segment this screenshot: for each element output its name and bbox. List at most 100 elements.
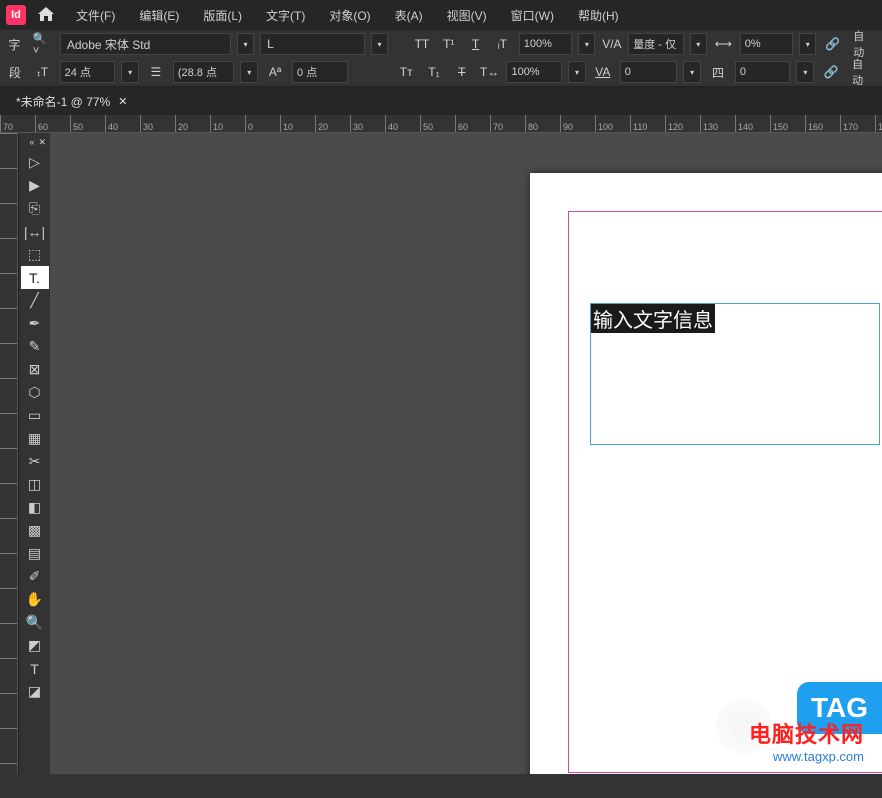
menu-window[interactable]: 窗口(W)	[501, 7, 564, 24]
hand-tool[interactable]: ✋	[21, 588, 49, 611]
horiz-scale-icon: T↔	[479, 61, 501, 83]
zoom-tool[interactable]: 🔍	[21, 611, 49, 634]
content-collector-tool[interactable]: ⬚	[21, 243, 49, 266]
screen-mode-tool[interactable]: ◪	[21, 680, 49, 703]
menu-edit[interactable]: 编辑(E)	[129, 7, 189, 24]
fill-stroke-tool[interactable]: ◩	[21, 634, 49, 657]
ruler-tick: 70	[0, 115, 35, 132]
note-tool[interactable]: ▤	[21, 542, 49, 565]
watermark-title: 电脑技术网	[749, 717, 864, 749]
panel-collapse-icon[interactable]: «	[29, 137, 34, 151]
underline-icon[interactable]: T	[465, 33, 486, 55]
main-area: « ✕ ▷▶⎘|↔|⬚T.╱✒✎⊠⬡▭▦✂◫◧▩▤✐✋🔍◩T◪ 输入文字信息 T…	[0, 133, 882, 774]
format-text-tool[interactable]: T	[21, 657, 49, 680]
font-size-field[interactable]: 24 点	[60, 61, 116, 83]
ruler-tick	[0, 203, 17, 238]
rectangle-frame-tool[interactable]: ⊠	[21, 358, 49, 381]
ruler-tick	[0, 378, 17, 413]
leading-field[interactable]: (28.8 点	[173, 61, 235, 83]
kerning2-icon: VA	[592, 61, 614, 83]
text-frame-content[interactable]: 输入文字信息	[591, 304, 715, 333]
menu-table[interactable]: 表(A)	[385, 7, 433, 24]
horizontal-ruler[interactable]: 7060504030201001020304050607080901001101…	[0, 115, 882, 133]
vertical-ruler[interactable]	[0, 133, 18, 774]
font-search-icon[interactable]: 🔍˅	[31, 32, 54, 57]
tracking-dropdown-icon[interactable]: ▾	[799, 33, 816, 55]
ruler-tick	[0, 448, 17, 483]
vert-scale-field[interactable]: 100%	[519, 33, 573, 55]
ruler-tick: 150	[770, 115, 805, 132]
menu-view[interactable]: 视图(V)	[437, 7, 497, 24]
gradient-swatch-tool[interactable]: ◧	[21, 496, 49, 519]
selection-tool[interactable]: ▷	[21, 151, 49, 174]
ruler-tick	[0, 553, 17, 588]
leading-dropdown-icon[interactable]: ▾	[240, 61, 258, 83]
tsume-dropdown-icon[interactable]: ▾	[796, 61, 814, 83]
ruler-tick: 130	[700, 115, 735, 132]
panel-close-icon[interactable]: ✕	[38, 137, 46, 151]
horiz-scale-field[interactable]: 100%	[506, 61, 562, 83]
font-family-dropdown-icon[interactable]: ▾	[237, 33, 254, 55]
tracking-icon: ⟷	[713, 33, 734, 55]
watermark-url: www.tagxp.com	[749, 749, 864, 764]
kerning-field[interactable]: 量度 - 仅	[628, 33, 683, 55]
auto-label-2: 自动	[848, 56, 878, 88]
font-family-field[interactable]: Adobe 宋体 Std	[60, 33, 231, 55]
kerning-dropdown-icon[interactable]: ▾	[690, 33, 707, 55]
allcaps-icon[interactable]: TT	[411, 33, 432, 55]
document-tab[interactable]: *未命名-1 @ 77% ✕	[6, 89, 137, 114]
ruler-tick	[0, 518, 17, 553]
menu-type[interactable]: 文字(T)	[256, 7, 315, 24]
superscript-icon[interactable]: T¹	[438, 33, 459, 55]
line-tool[interactable]: ╱	[21, 289, 49, 312]
menu-layout[interactable]: 版面(L)	[193, 7, 252, 24]
font-style-dropdown-icon[interactable]: ▾	[371, 33, 388, 55]
font-style-field[interactable]: L	[260, 33, 365, 55]
gradient-feather-tool[interactable]: ▩	[21, 519, 49, 542]
ruler-tick	[0, 133, 17, 168]
direct-selection-tool[interactable]: ▶	[21, 174, 49, 197]
vert-scale-dropdown-icon[interactable]: ▾	[578, 33, 595, 55]
watermark: 电脑技术网 www.tagxp.com	[749, 717, 864, 764]
rectangle-tool[interactable]: ▭	[21, 404, 49, 427]
eyedropper-tool[interactable]: ✐	[21, 565, 49, 588]
tsume-field[interactable]: 0	[735, 61, 791, 83]
canvas-area[interactable]: 输入文字信息 TAG 电脑技术网 www.tagxp.com	[50, 133, 882, 774]
menu-help[interactable]: 帮助(H)	[568, 7, 629, 24]
strikethrough-icon[interactable]: T	[451, 61, 473, 83]
free-transform-tool[interactable]: ◫	[21, 473, 49, 496]
ruler-tick: 20	[175, 115, 210, 132]
pencil-tool[interactable]: ✎	[21, 335, 49, 358]
ruler-tick: 90	[560, 115, 595, 132]
font-size-dropdown-icon[interactable]: ▾	[121, 61, 139, 83]
table-tool[interactable]: ▦	[21, 427, 49, 450]
link2-icon[interactable]: 🔗	[820, 61, 842, 83]
home-icon[interactable]	[30, 7, 62, 24]
control-bar: 字 🔍˅ Adobe 宋体 Std ▾ L ▾ TT T¹ T ᵢT 100% …	[0, 30, 882, 87]
menu-file[interactable]: 文件(F)	[66, 7, 125, 24]
scissors-tool[interactable]: ✂	[21, 450, 49, 473]
type-tool[interactable]: T.	[21, 266, 49, 289]
ruler-tick	[0, 728, 17, 763]
ruler-tick: 0	[245, 115, 280, 132]
app-logo-icon: Id	[6, 5, 26, 25]
link-icon[interactable]: 🔗	[822, 33, 843, 55]
close-tab-icon[interactable]: ✕	[118, 95, 127, 108]
ruler-tick: 50	[70, 115, 105, 132]
subscript-icon[interactable]: T₁	[423, 61, 445, 83]
smallcaps-icon[interactable]: Tᴛ	[395, 61, 417, 83]
polygon-tool[interactable]: ⬡	[21, 381, 49, 404]
kerning2-dropdown-icon[interactable]: ▾	[683, 61, 701, 83]
page-tool[interactable]: ⎘	[21, 197, 49, 220]
text-frame[interactable]: 输入文字信息	[590, 303, 880, 445]
pen-tool[interactable]: ✒	[21, 312, 49, 335]
gap-tool[interactable]: |↔|	[21, 220, 49, 243]
menu-object[interactable]: 对象(O)	[319, 7, 380, 24]
leading-icon: ☰	[145, 61, 167, 83]
tracking-field[interactable]: 0%	[740, 33, 794, 55]
baseline-field[interactable]: 0 点	[292, 61, 348, 83]
horiz-scale-dropdown-icon[interactable]: ▾	[568, 61, 586, 83]
ruler-tick: 50	[420, 115, 455, 132]
ruler-tick	[0, 693, 17, 728]
kerning2-field[interactable]: 0	[620, 61, 678, 83]
